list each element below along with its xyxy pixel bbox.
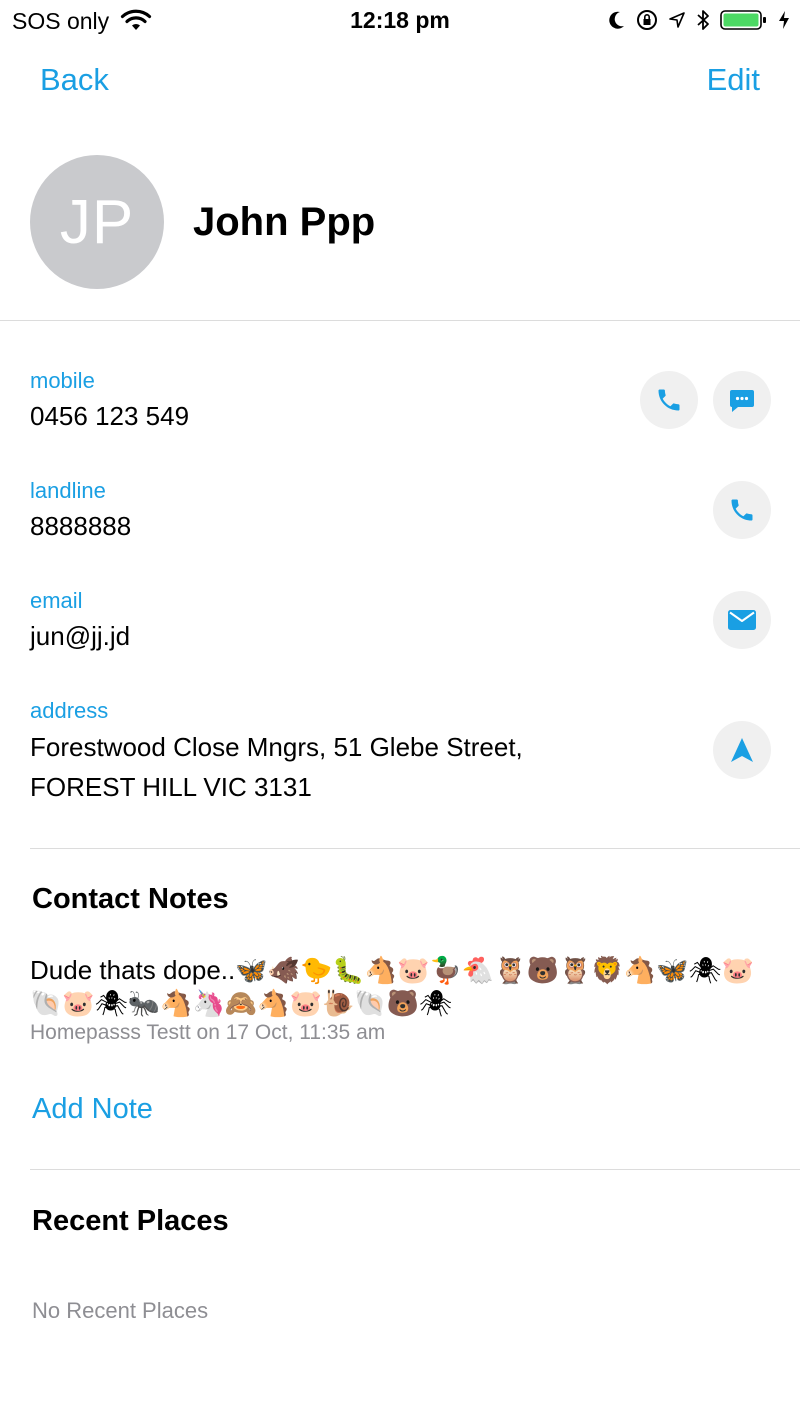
contact-name: John Ppp (193, 200, 376, 244)
recent-places-title: Recent Places (32, 1205, 229, 1237)
address-line-2[interactable]: FOREST HILL VIC 3131 (30, 767, 312, 807)
status-bar: SOS only 12:18 pm (0, 0, 800, 40)
email-label: email (30, 588, 83, 613)
phone-icon (728, 496, 756, 524)
status-icons (608, 8, 790, 32)
mobile-call-button[interactable] (640, 371, 698, 429)
address-line-1[interactable]: Forestwood Close Mngrs, 51 Glebe Street, (30, 727, 523, 767)
avatar: JP (30, 155, 164, 289)
directions-button[interactable] (713, 721, 771, 779)
notes-divider (30, 1169, 800, 1170)
landline-label: landline (30, 478, 106, 503)
note-text: Dude thats dope..🦋🐗🐤🐛🐴🐷🦆🐔🦉🐻🦉🦁🐴🦋🕷🐷🐚🐷🕷🐜🐴🦄🙈… (30, 955, 754, 1018)
bluetooth-icon (696, 9, 710, 31)
battery-icon (720, 9, 768, 31)
back-button[interactable]: Back (40, 62, 109, 98)
edit-button[interactable]: Edit (707, 62, 760, 98)
mail-icon (727, 608, 757, 632)
header-divider (0, 320, 800, 321)
email-value[interactable]: jun@jj.jd (30, 616, 130, 656)
fields-divider (30, 848, 800, 849)
add-note-button[interactable]: Add Note (32, 1093, 153, 1126)
phone-icon (655, 386, 683, 414)
email-button[interactable] (713, 591, 771, 649)
message-icon (727, 385, 757, 415)
landline-call-button[interactable] (713, 481, 771, 539)
charging-bolt-icon (778, 10, 790, 30)
moon-icon (608, 10, 626, 30)
contact-notes-title: Contact Notes (32, 883, 229, 915)
note-meta: Homepasss Testt on 17 Oct, 11:35 am (30, 1021, 386, 1044)
orientation-lock-icon (636, 9, 658, 31)
no-recent-places-text: No Recent Places (32, 1298, 209, 1323)
mobile-message-button[interactable] (713, 371, 771, 429)
address-label: address (30, 698, 109, 723)
navigation-arrow-icon (729, 736, 755, 764)
landline-value[interactable]: 8888888 (30, 506, 131, 546)
mobile-value[interactable]: 0456 123 549 (30, 396, 189, 436)
mobile-label: mobile (30, 368, 95, 393)
location-arrow-icon (668, 11, 686, 29)
